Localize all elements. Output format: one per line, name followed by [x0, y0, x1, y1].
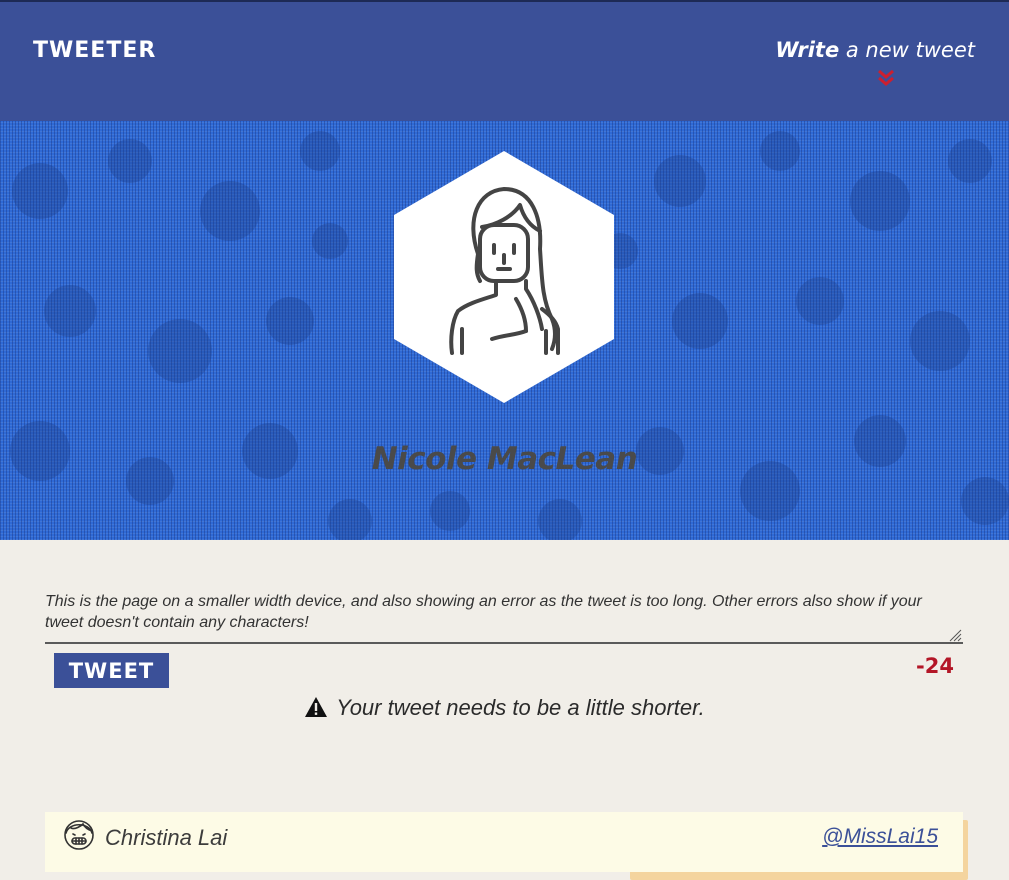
- woman-avatar-icon: [394, 151, 614, 403]
- write-new-tweet-link[interactable]: Write a new tweet: [775, 38, 975, 62]
- tweet-composer-input[interactable]: This is the page on a smaller width devi…: [45, 588, 963, 644]
- brand-logo[interactable]: TWEETER: [33, 38, 156, 63]
- tweet-card[interactable]: Christina Lai @MissLai15: [45, 812, 963, 872]
- tweet-author-handle-link[interactable]: @MissLai15: [822, 825, 938, 849]
- error-text: Your tweet needs to be a little shorter.: [336, 695, 705, 720]
- grinning-girl-avatar-icon: [64, 820, 94, 850]
- double-chevron-down-icon[interactable]: [876, 68, 896, 88]
- error-message: Your tweet needs to be a little shorter.: [0, 695, 1009, 721]
- tweet-author-name: Christina Lai: [105, 825, 228, 850]
- top-navbar: TWEETER Write a new tweet: [0, 0, 1009, 121]
- resize-grip-icon[interactable]: [948, 628, 962, 642]
- tweet-button[interactable]: TWEET: [54, 653, 169, 688]
- compose-link-rest: a new tweet: [839, 38, 975, 62]
- profile-name: Nicole MacLean: [371, 441, 638, 477]
- character-counter: -24: [916, 654, 954, 678]
- compose-link-bold: Write: [775, 38, 840, 62]
- profile-hero: Nicole MacLean: [0, 121, 1009, 540]
- warning-icon: [305, 697, 328, 717]
